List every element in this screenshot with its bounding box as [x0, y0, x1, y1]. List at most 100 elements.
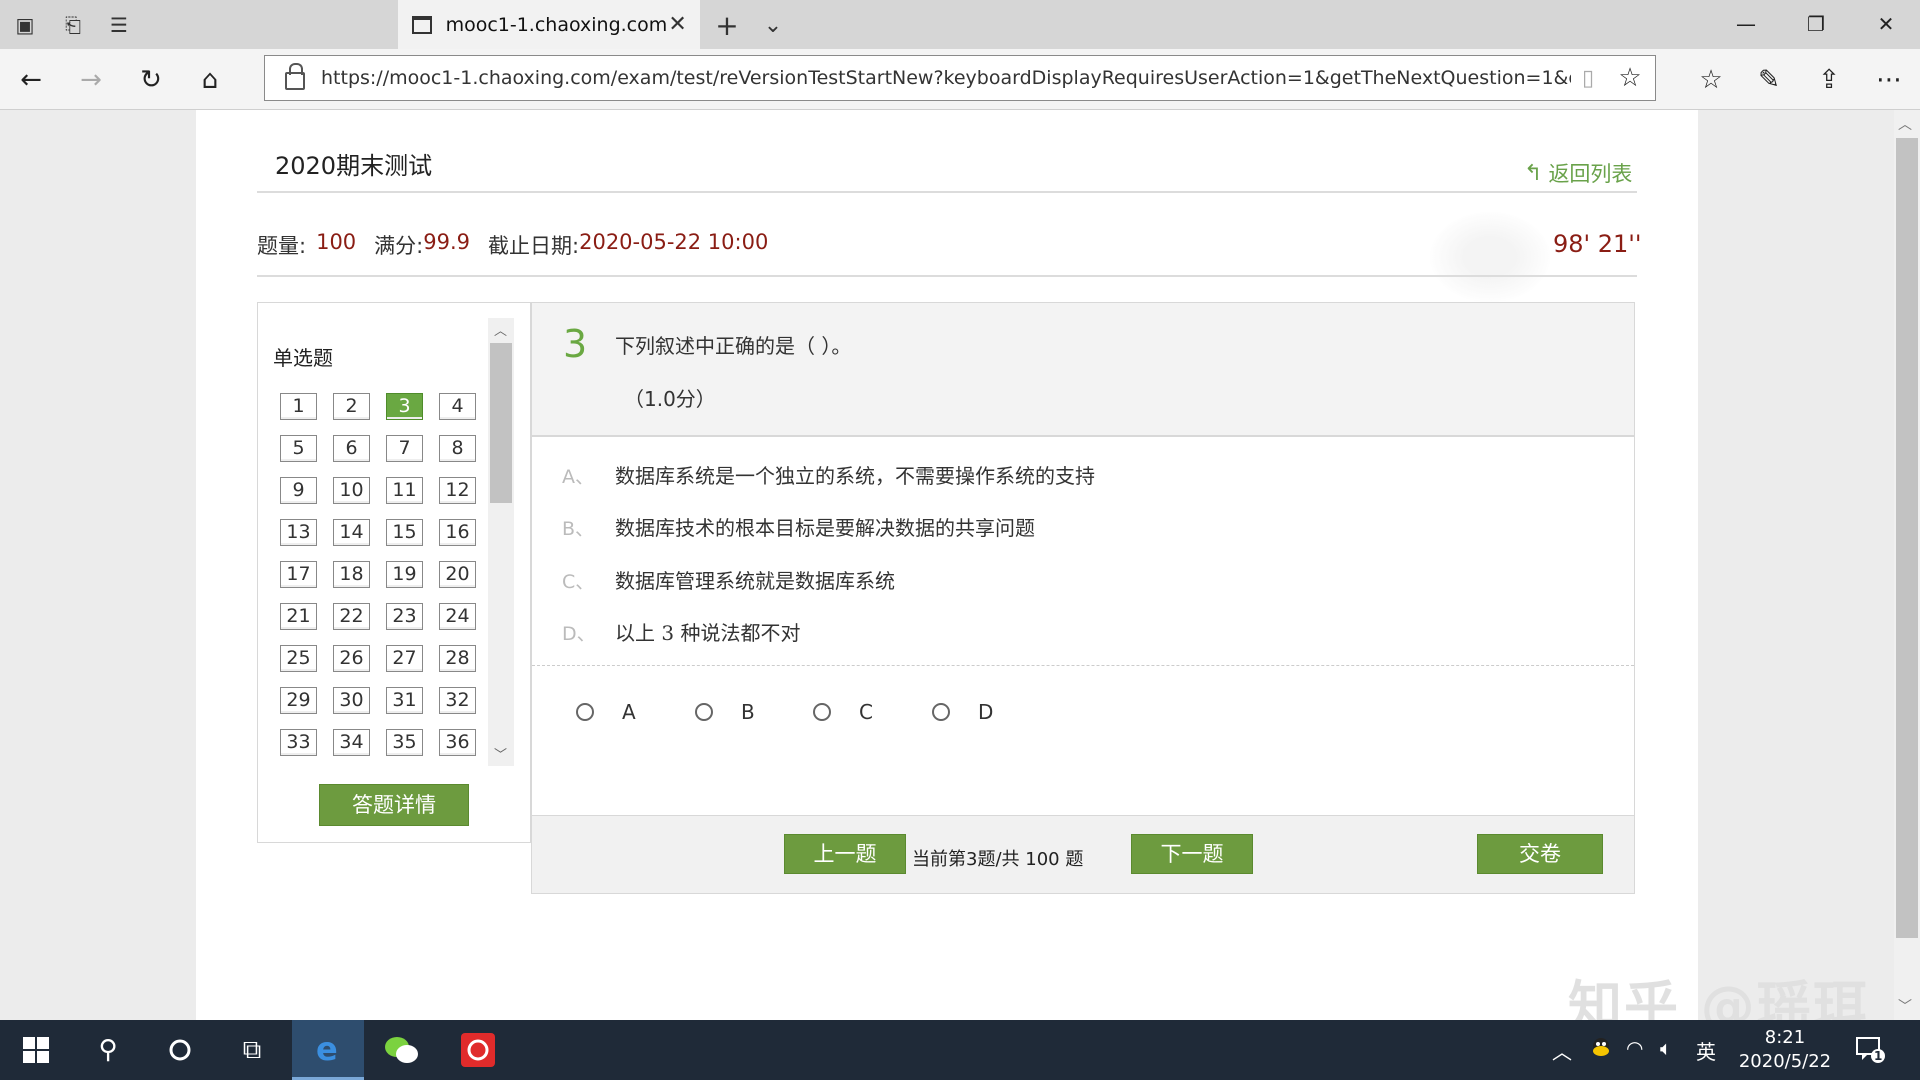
- tab-set-aside-icon[interactable]: ▣: [10, 10, 40, 40]
- tab-preview-icon[interactable]: ☰: [104, 10, 134, 40]
- minimize-icon[interactable]: —: [1726, 8, 1766, 40]
- reading-view-icon[interactable]: ▯: [1571, 66, 1605, 91]
- url-text[interactable]: https://mooc1-1.chaoxing.com/exam/test/r…: [321, 67, 1571, 89]
- nav-scroll-down-icon[interactable]: ﹀: [494, 744, 507, 763]
- radio-button[interactable]: [695, 703, 713, 721]
- question-number-5[interactable]: 5: [280, 435, 317, 462]
- task-view-icon[interactable]: ⧉: [216, 1020, 288, 1080]
- radio-button[interactable]: [813, 703, 831, 721]
- nav-scroll-up-icon[interactable]: ︿: [494, 320, 507, 339]
- prev-question-button[interactable]: 上一题: [784, 834, 906, 874]
- question-number-1[interactable]: 1: [280, 393, 317, 420]
- start-windows-icon[interactable]: [0, 1020, 72, 1080]
- tab-list-chevron-icon[interactable]: ⌄: [758, 10, 788, 40]
- next-question-button[interactable]: 下一题: [1131, 834, 1253, 874]
- address-bar[interactable]: https://mooc1-1.chaoxing.com/exam/test/r…: [264, 55, 1656, 101]
- qq-icon[interactable]: [1590, 1036, 1612, 1063]
- tray-chevron-icon[interactable]: ︿: [1552, 1036, 1572, 1065]
- exam-meta: 题量: 100 满分: 99.9 截止日期: 2020-05-22 10:00: [257, 230, 786, 260]
- question-header: [532, 303, 1634, 437]
- submit-exam-button[interactable]: 交卷: [1477, 834, 1603, 874]
- radio-button[interactable]: [932, 703, 950, 721]
- window-close-icon[interactable]: ✕: [1866, 8, 1906, 40]
- volume-icon[interactable]: 🔈︎: [1660, 1036, 1672, 1060]
- favorites-hub-icon[interactable]: ☆: [1694, 63, 1728, 97]
- close-tab-icon[interactable]: ✕: [667, 12, 688, 37]
- question-number-32[interactable]: 32: [439, 687, 476, 714]
- question-number-17[interactable]: 17: [280, 561, 317, 588]
- notification-count: 1: [1874, 1049, 1883, 1063]
- question-number-10[interactable]: 10: [333, 477, 370, 504]
- question-number-3[interactable]: 3: [386, 393, 423, 420]
- choice-b[interactable]: B: [695, 700, 755, 724]
- restore-icon[interactable]: ❐: [1796, 8, 1836, 40]
- refresh-icon[interactable]: ↻: [134, 63, 168, 97]
- notes-pen-icon[interactable]: ✎: [1752, 63, 1786, 97]
- back-icon[interactable]: ←: [14, 63, 48, 97]
- question-number-25[interactable]: 25: [280, 645, 317, 672]
- new-tab-button[interactable]: +: [712, 9, 742, 42]
- question-number-7[interactable]: 7: [386, 435, 423, 462]
- question-number-16[interactable]: 16: [439, 519, 476, 546]
- question-number-29[interactable]: 29: [280, 687, 317, 714]
- nav-scrollbar-thumb[interactable]: [490, 343, 512, 503]
- question-text: 下列叙述中正确的是（ ）。: [615, 334, 852, 358]
- question-number-8[interactable]: 8: [439, 435, 476, 462]
- question-number-9[interactable]: 9: [280, 477, 317, 504]
- radio-button[interactable]: [576, 703, 594, 721]
- question-number-27[interactable]: 27: [386, 645, 423, 672]
- tab-restore-icon[interactable]: ⎗: [58, 10, 88, 40]
- question-number-2[interactable]: 2: [333, 393, 370, 420]
- question-number-26[interactable]: 26: [333, 645, 370, 672]
- scroll-down-icon[interactable]: ﹀: [1898, 996, 1912, 1016]
- question-number-28[interactable]: 28: [439, 645, 476, 672]
- choice-d[interactable]: D: [932, 700, 993, 724]
- more-icon[interactable]: ⋯: [1872, 63, 1906, 97]
- question-number-20[interactable]: 20: [439, 561, 476, 588]
- question-number-11[interactable]: 11: [386, 477, 423, 504]
- question-number-33[interactable]: 33: [280, 729, 317, 756]
- question-number-35[interactable]: 35: [386, 729, 423, 756]
- browser-tab[interactable]: mooc1-1.chaoxing.com ✕: [398, 0, 700, 49]
- option-text-c: 数据库管理系统就是数据库系统: [615, 569, 895, 593]
- home-icon[interactable]: ⌂: [193, 63, 227, 97]
- question-number-34[interactable]: 34: [333, 729, 370, 756]
- question-number-21[interactable]: 21: [280, 603, 317, 630]
- question-number-19[interactable]: 19: [386, 561, 423, 588]
- question-number-22[interactable]: 22: [333, 603, 370, 630]
- favorite-star-icon[interactable]: ☆: [1605, 63, 1655, 93]
- question-number-30[interactable]: 30: [333, 687, 370, 714]
- question-number-6[interactable]: 6: [333, 435, 370, 462]
- forward-icon[interactable]: →: [74, 63, 108, 97]
- question-number-31[interactable]: 31: [386, 687, 423, 714]
- scroll-up-icon[interactable]: ︿: [1898, 114, 1912, 134]
- question-number-36[interactable]: 36: [439, 729, 476, 756]
- system-clock[interactable]: 8:21 2020/5/22: [1730, 1026, 1840, 1074]
- search-icon[interactable]: ⚲: [72, 1020, 144, 1080]
- option-letter-b: B、: [562, 518, 595, 540]
- netease-music-icon[interactable]: [442, 1020, 514, 1080]
- edge-browser-icon[interactable]: e: [292, 1020, 364, 1080]
- question-number-24[interactable]: 24: [439, 603, 476, 630]
- choice-c[interactable]: C: [813, 700, 873, 724]
- question-number-12[interactable]: 12: [439, 477, 476, 504]
- question-number-23[interactable]: 23: [386, 603, 423, 630]
- divider: [532, 665, 1634, 666]
- cortana-circle-icon[interactable]: [144, 1020, 216, 1080]
- question-number-15[interactable]: 15: [386, 519, 423, 546]
- svg-text:e: e: [316, 1033, 338, 1065]
- share-icon[interactable]: ⇪: [1812, 63, 1846, 97]
- question-number: 3: [563, 322, 588, 366]
- wifi-icon[interactable]: ◠: [1626, 1036, 1643, 1060]
- ime-indicator[interactable]: 英: [1696, 1036, 1716, 1065]
- answer-details-button[interactable]: 答题详情: [319, 784, 469, 826]
- wechat-icon[interactable]: [366, 1020, 438, 1080]
- question-number-14[interactable]: 14: [333, 519, 370, 546]
- choice-a[interactable]: A: [576, 700, 636, 724]
- back-to-list-link[interactable]: ↰ 返回列表: [1524, 158, 1632, 188]
- question-number-18[interactable]: 18: [333, 561, 370, 588]
- page-scrollbar-thumb[interactable]: [1896, 138, 1918, 938]
- countdown-timer: 98' 21'': [1553, 230, 1642, 258]
- question-number-13[interactable]: 13: [280, 519, 317, 546]
- question-number-4[interactable]: 4: [439, 393, 476, 420]
